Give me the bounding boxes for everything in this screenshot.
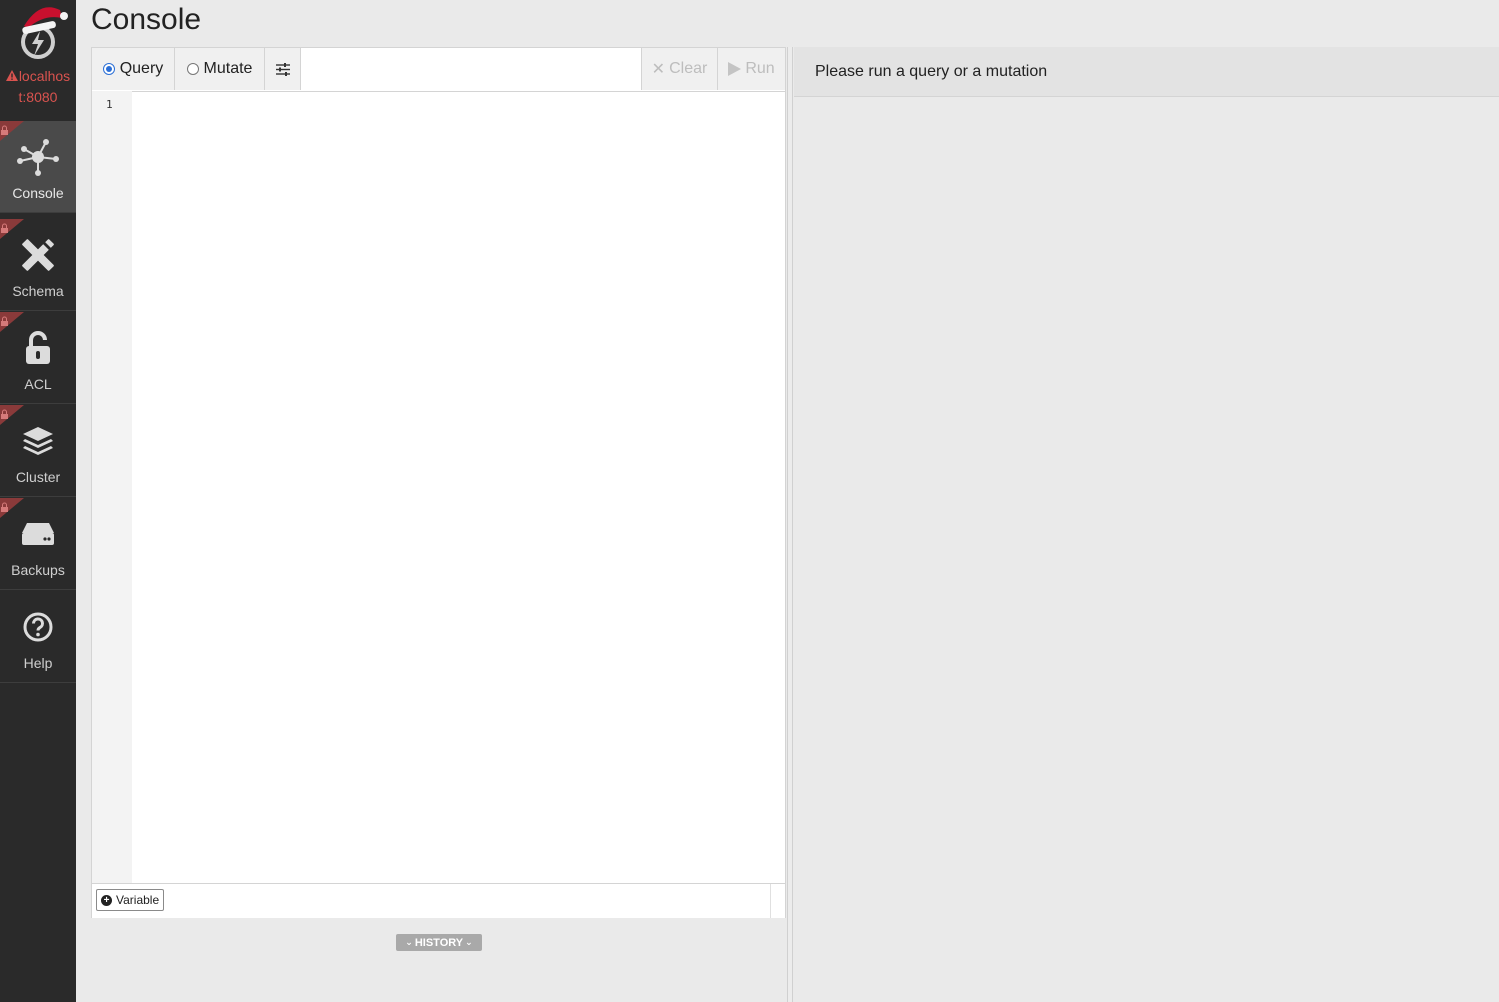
nav-label-backups: Backups bbox=[11, 562, 65, 578]
nav-item-backups[interactable]: Backups bbox=[0, 498, 76, 590]
layers-icon bbox=[0, 421, 76, 461]
nav-label-console: Console bbox=[12, 185, 64, 201]
query-code-editor[interactable] bbox=[132, 91, 785, 883]
add-variable-label: Variable bbox=[116, 893, 160, 907]
query-mode-radio[interactable]: Query bbox=[92, 48, 175, 90]
server-address[interactable]: localhos bbox=[0, 68, 76, 84]
result-panel: Please run a query or a mutation bbox=[794, 47, 1499, 1002]
add-variable-button[interactable]: + Variable bbox=[96, 889, 165, 911]
panel-splitter[interactable] bbox=[787, 47, 793, 1002]
radio-checked-icon bbox=[102, 63, 115, 75]
chevron-down-icon: ⌄ bbox=[405, 937, 413, 947]
nav-label-cluster: Cluster bbox=[15, 469, 61, 485]
query-editor-panel: Query Mutate ✕ Clear Run 1 + Variable bbox=[91, 47, 786, 918]
query-mode-label: Query bbox=[119, 60, 164, 77]
nav-label-acl: ACL bbox=[24, 376, 52, 392]
result-placeholder-message: Please run a query or a mutation bbox=[815, 63, 1048, 80]
nav-label-schema: Schema bbox=[12, 283, 64, 299]
result-header: Please run a query or a mutation bbox=[794, 47, 1499, 97]
nav-item-help[interactable]: Help bbox=[0, 591, 76, 683]
clear-button-label: Clear bbox=[669, 60, 708, 77]
mutate-mode-radio[interactable]: Mutate bbox=[175, 48, 265, 90]
nav-label-help: Help bbox=[23, 655, 53, 671]
radio-unchecked-icon bbox=[186, 63, 199, 75]
sidebar: localhos t:8080 Console Schema ACL Clust… bbox=[0, 0, 76, 1002]
clear-button[interactable]: ✕ Clear bbox=[641, 48, 717, 90]
nav-item-acl[interactable]: ACL bbox=[0, 312, 76, 404]
nav-item-console[interactable]: Console bbox=[0, 121, 76, 213]
close-icon: ✕ bbox=[651, 61, 666, 78]
server-address-line2[interactable]: t:8080 bbox=[0, 89, 76, 105]
history-label: HISTORY bbox=[414, 936, 464, 949]
graph-nodes-icon bbox=[0, 137, 76, 177]
play-icon bbox=[728, 62, 742, 76]
editor-toolbar: Query Mutate ✕ Clear Run bbox=[92, 48, 785, 92]
page-title: Console bbox=[91, 3, 202, 36]
dgraph-logo-icon bbox=[21, 7, 68, 59]
plus-circle-icon: + bbox=[101, 894, 112, 906]
divider bbox=[770, 884, 771, 918]
unlock-icon bbox=[0, 328, 76, 368]
mutate-mode-label: Mutate bbox=[203, 60, 253, 77]
settings-button[interactable] bbox=[265, 48, 301, 90]
pencil-ruler-icon bbox=[0, 235, 76, 275]
variable-bar: + Variable bbox=[92, 883, 785, 918]
warning-icon bbox=[5, 70, 18, 81]
question-circle-icon bbox=[0, 607, 76, 647]
nav-item-cluster[interactable]: Cluster bbox=[0, 405, 76, 497]
history-toggle-button[interactable]: ⌄ HISTORY ⌄ bbox=[396, 934, 482, 951]
run-button[interactable]: Run bbox=[717, 48, 785, 90]
logo-area: localhos t:8080 bbox=[0, 0, 76, 122]
line-number: 1 bbox=[106, 98, 113, 111]
nav-item-schema[interactable]: Schema bbox=[0, 219, 76, 311]
server-address-line1: localhos bbox=[18, 68, 71, 84]
line-number-gutter: 1 bbox=[92, 91, 132, 883]
hard-drive-icon bbox=[0, 514, 76, 554]
chevron-down-icon: ⌄ bbox=[465, 937, 473, 947]
sliders-icon bbox=[275, 62, 290, 76]
run-button-label: Run bbox=[745, 60, 775, 77]
